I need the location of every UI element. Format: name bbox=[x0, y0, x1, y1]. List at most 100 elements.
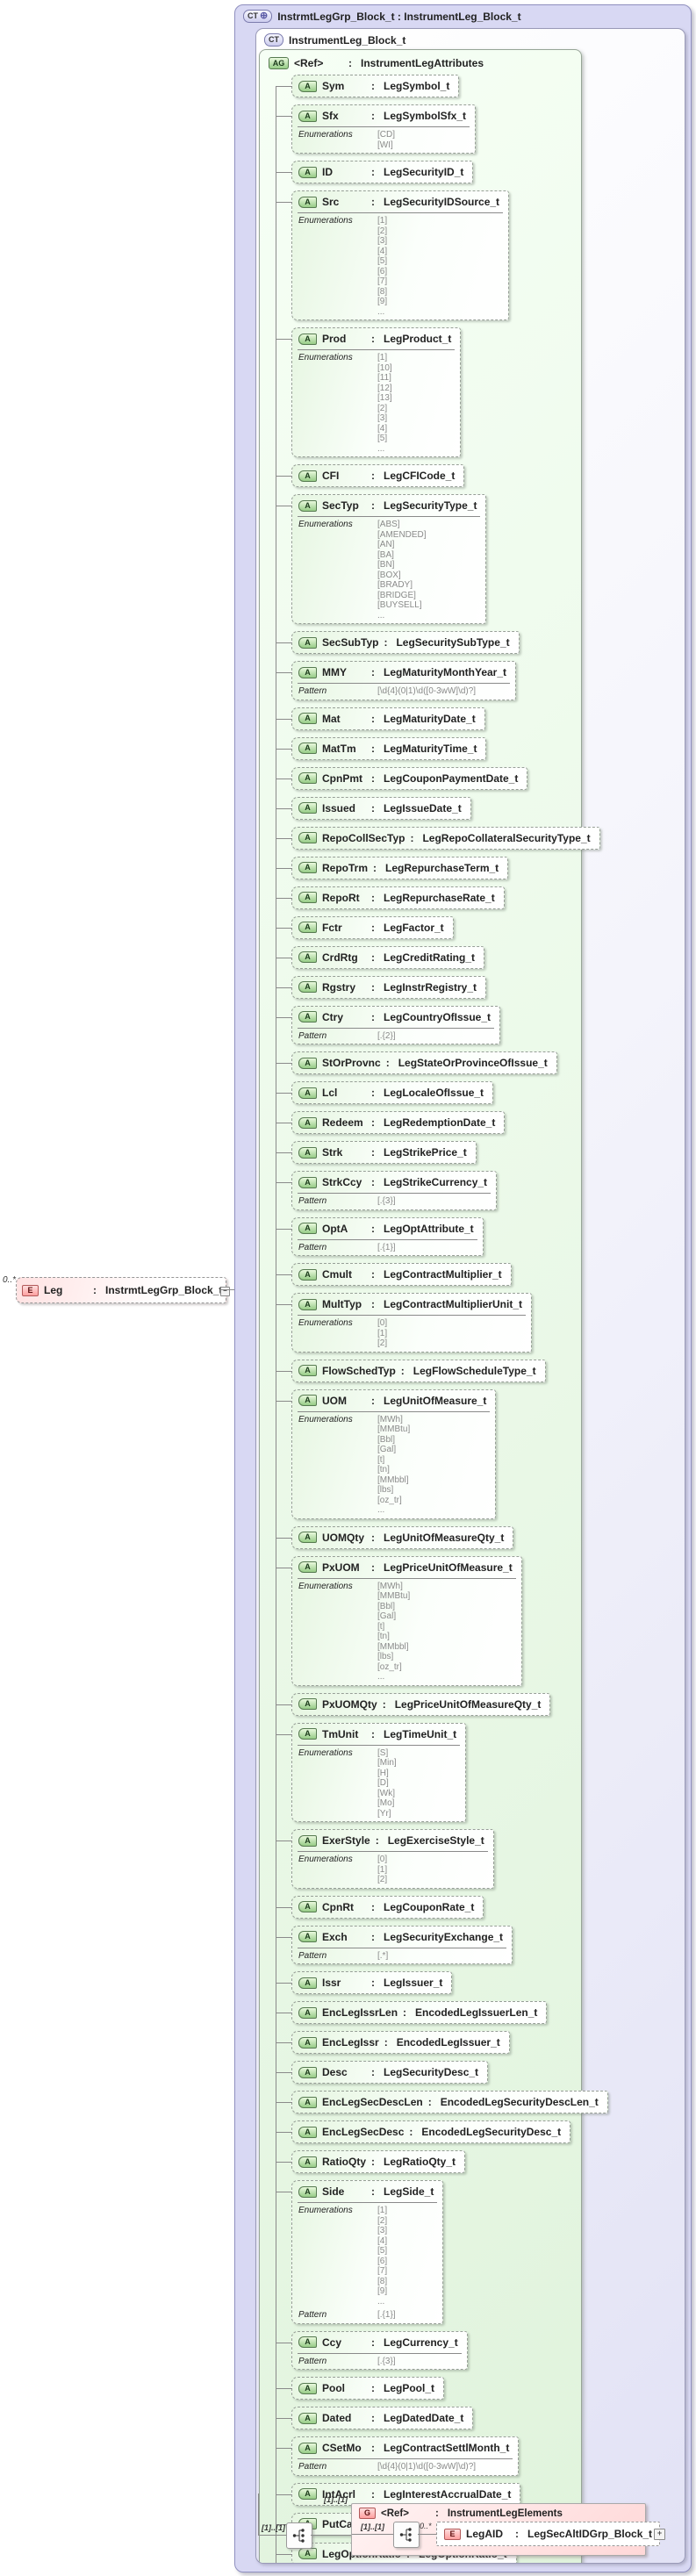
enumeration-value: [9] bbox=[377, 2286, 388, 2296]
attribute-Ccy[interactable]: A Ccy: LegCurrency_t Pattern [.{3}] bbox=[276, 2330, 468, 2370]
attribute-ExerStyle[interactable]: A ExerStyle: LegExerciseStyle_t Enumeration… bbox=[276, 1829, 494, 1889]
attribute-FlowSchedTyp[interactable]: A FlowSchedTyp: LegFlowScheduleType_t bbox=[276, 1359, 546, 1382]
element-type: InstrmtLegGrp_Block_t bbox=[105, 1284, 223, 1296]
attribute-name: MMY bbox=[322, 666, 347, 678]
attribute-Pool[interactable]: A Pool: LegPool_t bbox=[276, 2377, 445, 2400]
attribute-name: UOM bbox=[322, 1394, 347, 1407]
attribute-Prod[interactable]: A Prod: LegProduct_t Enumerations [1] [10] [11… bbox=[276, 327, 462, 457]
collapse-icon[interactable]: – bbox=[220, 1287, 230, 1296]
derived-plus-icon: ⊕ bbox=[260, 11, 269, 21]
attribute-ID[interactable]: A ID: LegSecurityID_t bbox=[276, 161, 474, 183]
enumeration-value: [tn] bbox=[377, 1632, 390, 1641]
attribute-EncLegIssr[interactable]: A EncLegIssr: EncodedLegIssuer_t bbox=[276, 2031, 510, 2054]
attribute-UOM[interactable]: A UOM: LegUnitOfMeasure_t Enumerations [MWh]… bbox=[276, 1388, 497, 1519]
inner-complextype-header[interactable]: CT InstrumentLeg_Block_t bbox=[256, 29, 685, 49]
attribute-badge: A bbox=[298, 1011, 317, 1023]
element-legaid[interactable]: E LegAID : LegSecAltIDGrp_Block_t + bbox=[436, 2522, 666, 2546]
attribute-RepoCollSecTyp[interactable]: A RepoCollSecTyp: LegRepoCollateralSecurit… bbox=[276, 826, 600, 850]
attribute-Sym[interactable]: A Sym: LegSymbol_t bbox=[276, 75, 460, 97]
attribute-TmUnit[interactable]: A TmUnit: LegTimeUnit_t Enumerations [S] [Min… bbox=[276, 1722, 467, 1822]
attribute-EncLegIssrLen[interactable]: A EncLegIssrLen: EncodedLegIssuerLen_t bbox=[276, 2001, 548, 2024]
separator: : bbox=[375, 1834, 379, 1847]
attribute-type: LegDatedDate_t bbox=[384, 2412, 464, 2424]
expand-icon[interactable]: + bbox=[654, 2529, 666, 2540]
enumeration-values: [0] [1] [2] bbox=[377, 1318, 387, 1349]
attribute-name: EncLegSecDescLen bbox=[322, 2096, 423, 2108]
attribute-type: LegSecurityType_t bbox=[384, 499, 477, 512]
attribute-Ctry[interactable]: A Ctry: LegCountryOfIssue_t Pattern [.{2}] bbox=[276, 1005, 501, 1044]
attribute-MMY[interactable]: A MMY: LegMaturityMonthYear_t Pattern [\d{4}… bbox=[276, 661, 517, 700]
attribute-Exch[interactable]: A Exch: LegSecurityExchange_t Pattern [.*] bbox=[276, 1925, 513, 1964]
attribute-name: Strk bbox=[322, 1146, 343, 1159]
attribute-Side[interactable]: A Side: LegSide_t Enumerations [1] [2] [3] [4][… bbox=[276, 2180, 444, 2324]
attribute-name: MatTm bbox=[322, 742, 356, 755]
attribute-header: A Strk: LegStrikePrice_t bbox=[292, 1142, 476, 1163]
attribute-MatTm[interactable]: A MatTm: LegMaturityTime_t bbox=[276, 736, 487, 760]
attribute-StrkCcy[interactable]: A StrkCcy: LegStrikeCurrency_t Pattern [.{3}… bbox=[276, 1171, 498, 1210]
attribute-type: LegContractMultiplier_t bbox=[384, 1268, 502, 1281]
attribute-Dated[interactable]: A Dated: LegDatedDate_t bbox=[276, 2407, 474, 2429]
attribute-type: LegSide_t bbox=[384, 2185, 434, 2198]
attribute-Desc[interactable]: A Desc: LegSecurityDesc_t bbox=[276, 2061, 489, 2084]
attribute-badge: A bbox=[298, 1834, 317, 1847]
group-instrumentlegelements[interactable]: G <Ref> : InstrumentLegElements [1]..[1] bbox=[351, 2503, 666, 2556]
outer-title: InstrmtLegGrp_Block_t : InstrumentLeg_Bl… bbox=[277, 10, 521, 23]
sequence-icon[interactable] bbox=[286, 2522, 312, 2549]
attribute-Strk[interactable]: A Strk: LegStrikePrice_t bbox=[276, 1141, 477, 1164]
attribute-RepoTrm[interactable]: A RepoTrm: LegRepurchaseTerm_t bbox=[276, 856, 509, 879]
attribute-Mat[interactable]: A Mat: LegMaturityDate_t bbox=[276, 707, 485, 730]
attribute-Cmult[interactable]: A Cmult: LegContractMultiplier_t bbox=[276, 1263, 512, 1286]
separator: : bbox=[371, 951, 375, 964]
attribute-Redeem[interactable]: A Redeem: LegRedemptionDate_t bbox=[276, 1111, 506, 1134]
sequence-icon[interactable] bbox=[393, 2522, 420, 2548]
attribute-type: LegMaturityMonthYear_t bbox=[384, 666, 507, 678]
attribute-RepoRt[interactable]: A RepoRt: LegRepurchaseRate_t bbox=[276, 886, 505, 909]
attribute-type: LegUnitOfMeasure_t bbox=[384, 1394, 487, 1407]
attribute-badge: A bbox=[298, 2442, 317, 2454]
attribute-Sfx[interactable]: A Sfx: LegSymbolSfx_t Enumerations [CD] [WI] bbox=[276, 104, 477, 154]
attribute-CFI[interactable]: A CFI: LegCFICode_t bbox=[276, 464, 465, 487]
attribute-badge: A bbox=[298, 1116, 317, 1129]
attribute-CrdRtg[interactable]: A CrdRtg: LegCreditRating_t bbox=[276, 945, 485, 969]
attribute-name: Issued bbox=[322, 801, 356, 814]
attribute-type: LegIssueDate_t bbox=[384, 801, 462, 814]
attribute-Rgstry[interactable]: A Rgstry: LegInstrRegistry_t bbox=[276, 975, 487, 999]
attribute-EncLegSecDesc[interactable]: A EncLegSecDesc: EncodedLegSecurityDesc_t bbox=[276, 2120, 571, 2143]
pattern-value: [.{2}] bbox=[377, 1030, 396, 1041]
attribute-RatioQty[interactable]: A RatioQty: LegRatioQty_t bbox=[276, 2150, 466, 2173]
attribute-SecTyp[interactable]: A SecTyp: LegSecurityType_t Enumerations [AB… bbox=[276, 494, 487, 624]
attribute-type: LegRatioQty_t bbox=[384, 2156, 456, 2168]
attribute-badge: A bbox=[298, 2066, 317, 2078]
pattern-row: Pattern [.{2}] bbox=[298, 1031, 491, 1042]
attribute-CSetMo[interactable]: A CSetMo: LegContractSettlMonth_t Pattern [\… bbox=[276, 2436, 520, 2476]
attribute-badge: A bbox=[298, 1931, 317, 1942]
element-leg[interactable]: E Leg : InstrmtLegGrp_Block_t – bbox=[16, 1277, 230, 1303]
group-name: <Ref> bbox=[381, 2508, 409, 2519]
enumeration-values: [ABS] [AMENDED] [AN] [BA] [BN] [BOX] [BRADY] [B… bbox=[377, 520, 427, 621]
attribute-Issr[interactable]: A Issr: LegIssuer_t bbox=[276, 1971, 453, 1994]
attribute-type: LegTimeUnit_t bbox=[384, 1727, 457, 1740]
attribute-EncLegSecDescLen[interactable]: A EncLegSecDescLen: EncodedLegSecurityDesc… bbox=[276, 2091, 608, 2113]
attribute-name: EncLegIssrLen bbox=[322, 2006, 398, 2019]
attribute-CpnRt[interactable]: A CpnRt: LegCouponRate_t bbox=[276, 1895, 484, 1919]
attribute-Src[interactable]: A Src: LegSecurityIDSource_t Enumerations [1… bbox=[276, 190, 510, 320]
attribute-StOrProvnc[interactable]: A StOrProvnc: LegStateOrProvinceOfIssue_t bbox=[276, 1051, 557, 1074]
attribute-type: LegCurrency_t bbox=[384, 2336, 458, 2349]
attribute-PxUOMQty[interactable]: A PxUOMQty: LegPriceUnitOfMeasureQty_t bbox=[276, 1692, 551, 1716]
attribute-Fctr[interactable]: A Fctr: LegFactor_t bbox=[276, 915, 454, 939]
attribute-OptA[interactable]: A OptA: LegOptAttribute_t Pattern [.{1}] bbox=[276, 1216, 484, 1256]
attribute-Lcl[interactable]: A Lcl: LegLocaleOfIssue_t bbox=[276, 1081, 494, 1104]
attribute-MultTyp[interactable]: A MultTyp: LegContractMultiplierUnit_t Enum… bbox=[276, 1293, 532, 1353]
attribute-group-box[interactable]: AG <Ref> : InstrumentLegAttributes A Sym:… bbox=[259, 49, 608, 2563]
outer-complextype-header[interactable]: CT ⊕ InstrmtLegGrp_Block_t : InstrumentLe… bbox=[235, 5, 691, 26]
enumeration-value: [MWh] bbox=[377, 1414, 403, 1424]
attribute-type: LegProduct_t bbox=[384, 333, 452, 345]
attribute-type: LegCountryOfIssue_t bbox=[384, 1010, 492, 1023]
attribute-name: ID bbox=[322, 166, 333, 178]
attribute-PxUOM[interactable]: A PxUOM: LegPriceUnitOfMeasure_t Enumeratio… bbox=[276, 1555, 522, 1686]
attribute-SecSubTyp[interactable]: A SecSubTyp: LegSecuritySubType_t bbox=[276, 631, 520, 654]
attribute-UOMQty[interactable]: A UOMQty: LegUnitOfMeasureQty_t bbox=[276, 1525, 514, 1549]
attribute-name: ExerStyle bbox=[322, 1834, 370, 1847]
attribute-Issued[interactable]: A Issued: LegIssueDate_t bbox=[276, 796, 471, 820]
attribute-CpnPmt[interactable]: A CpnPmt: LegCouponPaymentDate_t bbox=[276, 766, 528, 790]
